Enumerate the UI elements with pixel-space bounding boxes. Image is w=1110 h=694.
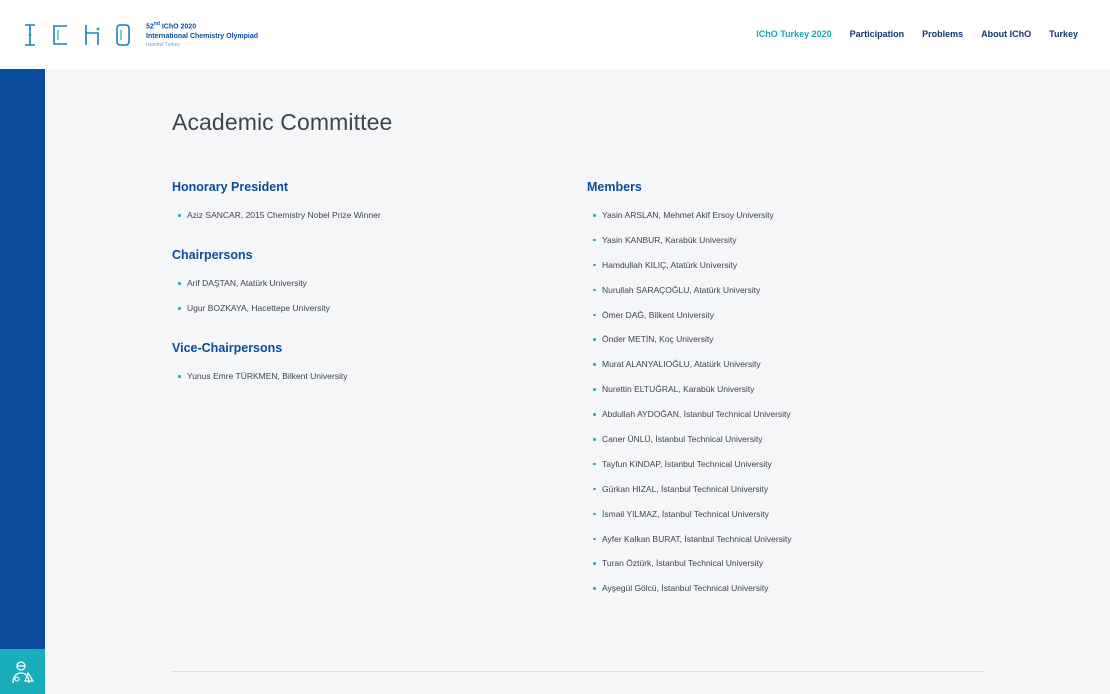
list-item: Ayfer Kalkan BURAT, İstanbul Technical U…	[587, 534, 987, 559]
list-item: İsmail YILMAZ, İstanbul Technical Univer…	[587, 509, 987, 534]
vice-chairpersons-section: Vice-Chairpersons Yunus Emre TÜRKMEN, Bi…	[172, 341, 532, 396]
list-item: Turan Öztürk, İstanbul Technical Univers…	[587, 558, 987, 583]
nav-icho-turkey-2020[interactable]: IChO Turkey 2020	[756, 29, 831, 39]
section-heading: Members	[587, 180, 642, 194]
footer-divider	[172, 671, 984, 672]
logo-edition: 52nd IChO 2020	[146, 21, 197, 31]
section-heading: Vice-Chairpersons	[172, 341, 283, 355]
logo-letter-o-icon	[116, 24, 130, 46]
chairpersons-section: Chairpersons Arif DAŞTAN, Atatürk Univer…	[172, 248, 532, 328]
list-item: Arif DAŞTAN, Atatürk University	[172, 278, 532, 303]
list-item: Tayfun KINDAP, İstanbul Technical Univer…	[587, 459, 987, 484]
page-title: Academic Committee	[172, 109, 393, 135]
logo-letter-c-icon	[53, 25, 67, 45]
side-bar	[0, 69, 45, 649]
icho-logo[interactable]: 52nd IChO 2020 International Chemistry O…	[22, 20, 258, 50]
list-item: Gürkan HIZAL, İstanbul Technical Univers…	[587, 484, 987, 509]
site-header: 52nd IChO 2020 International Chemistry O…	[0, 0, 1110, 69]
logo-letter-i-icon	[25, 24, 35, 46]
nav-about-icho[interactable]: About IChO	[981, 29, 1031, 39]
list-item: Nurettin ELTUĞRAL, Karabük University	[587, 384, 987, 409]
logo-text: 52nd IChO 2020 International Chemistry O…	[146, 22, 258, 47]
nav-participation[interactable]: Participation	[850, 29, 905, 39]
nav-turkey[interactable]: Turkey	[1049, 29, 1078, 39]
logo-letters	[22, 23, 132, 47]
list-item: Önder METİN, Koç University	[587, 334, 987, 359]
logo-location: Istanbul Turkey	[146, 41, 180, 48]
section-heading: Honorary President	[172, 180, 289, 194]
list-item: Caner ÜNLÜ, İstanbul Technical Universit…	[587, 434, 987, 459]
list-item: Ömer DAĞ, Bilkent University	[587, 310, 987, 335]
scientist-button[interactable]	[0, 649, 45, 694]
list-item: Ayşegül Gölcü, İstanbul Technical Univer…	[587, 583, 987, 608]
logo-letter-h-icon	[85, 25, 100, 45]
scientist-icon	[11, 660, 34, 683]
left-column: Honorary President Aziz SANCAR, 2015 Che…	[172, 180, 532, 409]
nav-problems[interactable]: Problems	[922, 29, 963, 39]
logo-name: International Chemistry Olympiad	[146, 32, 259, 40]
list-item: Nurullah SARAÇOĞLU, Atatürk University	[587, 285, 987, 310]
honorary-president-section: Honorary President Aziz SANCAR, 2015 Che…	[172, 180, 532, 235]
list-item: Ugur BOZKAYA, Hacettepe University	[172, 303, 532, 328]
members-section: Members Yasin ARSLAN, Mehmet Akif Ersoy …	[587, 180, 987, 608]
right-column: Members Yasin ARSLAN, Mehmet Akif Ersoy …	[587, 180, 987, 621]
list-item: Yasin KANBUR, Karabük University	[587, 235, 987, 260]
list-item: Hamdullah KILIÇ, Atatürk University	[587, 260, 987, 285]
section-heading: Chairpersons	[172, 248, 253, 262]
main-nav: IChO Turkey 2020 Participation Problems …	[756, 29, 1078, 39]
list-item: Murat ALANYALIOĞLU, Atatürk University	[587, 359, 987, 384]
list-item: Aziz SANCAR, 2015 Chemistry Nobel Prize …	[172, 210, 532, 235]
list-item: Yunus Emre TÜRKMEN, Bilkent University	[172, 371, 532, 396]
list-item: Yasin ARSLAN, Mehmet Akif Ersoy Universi…	[587, 210, 987, 235]
list-item: Abdullah AYDOĞAN, İstanbul Technical Uni…	[587, 409, 987, 434]
